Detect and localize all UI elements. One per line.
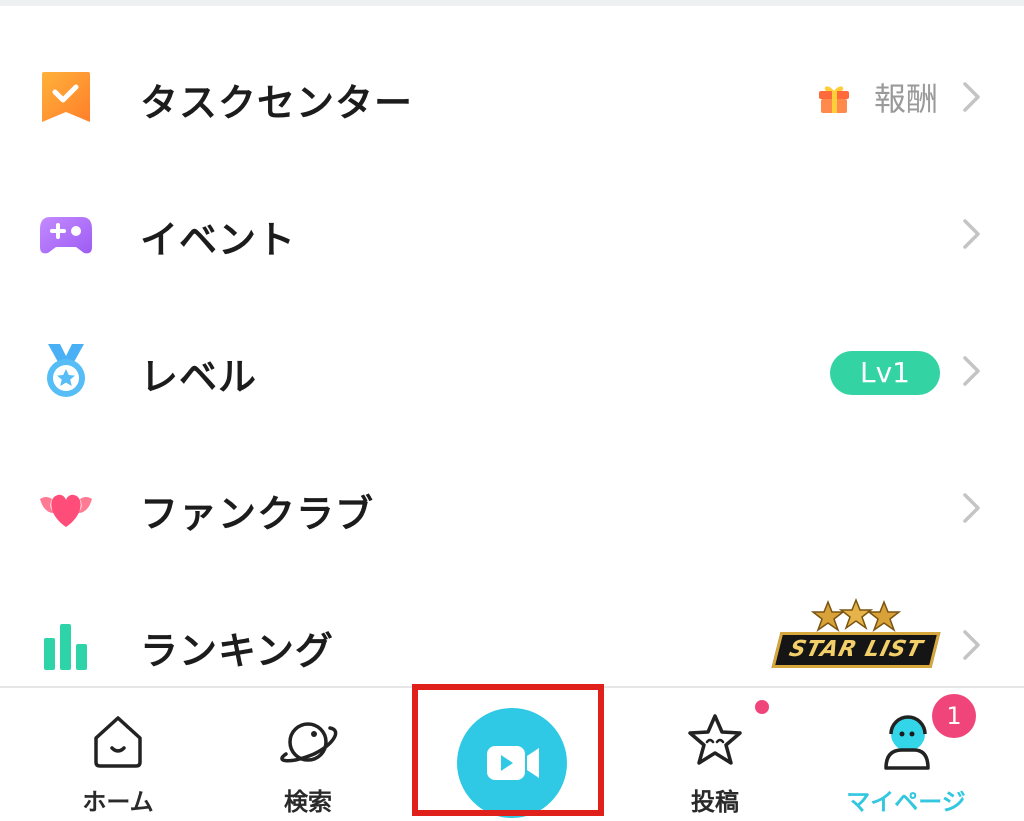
tab-label: マイページ — [846, 788, 966, 816]
bar-chart-icon — [44, 624, 87, 670]
chevron-right-icon — [963, 82, 980, 112]
gamepad-icon — [40, 217, 92, 254]
reward-label: 報酬 — [873, 80, 938, 118]
notification-badge: 1 — [932, 694, 976, 738]
level-badge: Lv1 — [830, 351, 940, 395]
tab-label: 投稿 — [691, 788, 739, 816]
star-list-logo: STAR LIST — [768, 598, 941, 674]
star-list-logo-text: STAR LIST — [771, 632, 941, 668]
menu-item-label: レベル — [140, 355, 258, 399]
menu-item-task-center[interactable]: タスクセンター 報酬 — [0, 28, 1024, 165]
menu-item-event[interactable]: イベント — [0, 165, 1024, 302]
chevron-right-icon — [963, 630, 980, 660]
tab-home[interactable]: ホーム — [48, 688, 188, 821]
menu-item-fan-club[interactable]: ファンクラブ — [0, 439, 1024, 576]
tab-search[interactable]: 検索 — [238, 688, 378, 821]
gift-icon — [818, 86, 849, 113]
tab-label: ホーム — [82, 788, 154, 816]
highlight-box — [412, 684, 604, 816]
menu-item-label: ランキング — [140, 629, 334, 673]
tab-post[interactable]: 投稿 — [645, 688, 785, 821]
tab-my-page[interactable]: 1 マイページ — [836, 688, 976, 821]
chevron-right-icon — [963, 219, 980, 249]
top-divider — [0, 0, 1024, 6]
reward-indicator: 報酬 — [816, 74, 938, 120]
menu-item-label: ファンクラブ — [140, 492, 375, 536]
menu-item-label: タスクセンター — [140, 81, 414, 125]
new-post-dot — [755, 700, 769, 714]
tab-label: 検索 — [284, 788, 332, 816]
menu-item-level[interactable]: レベル Lv1 — [0, 302, 1024, 439]
task-flag-icon — [42, 72, 90, 122]
home-icon — [94, 716, 142, 768]
star-face-icon — [688, 714, 742, 765]
menu-item-label: イベント — [140, 218, 297, 262]
chevron-right-icon — [963, 493, 980, 523]
user-avatar-icon — [884, 715, 930, 770]
chevron-right-icon — [963, 356, 980, 386]
medal-icon — [47, 344, 85, 397]
winged-heart-icon — [40, 494, 92, 527]
menu-list: タスクセンター 報酬 イベント レベル Lv1 ファンクラブ ランキング STA… — [0, 28, 1024, 713]
planet-icon — [280, 722, 338, 763]
